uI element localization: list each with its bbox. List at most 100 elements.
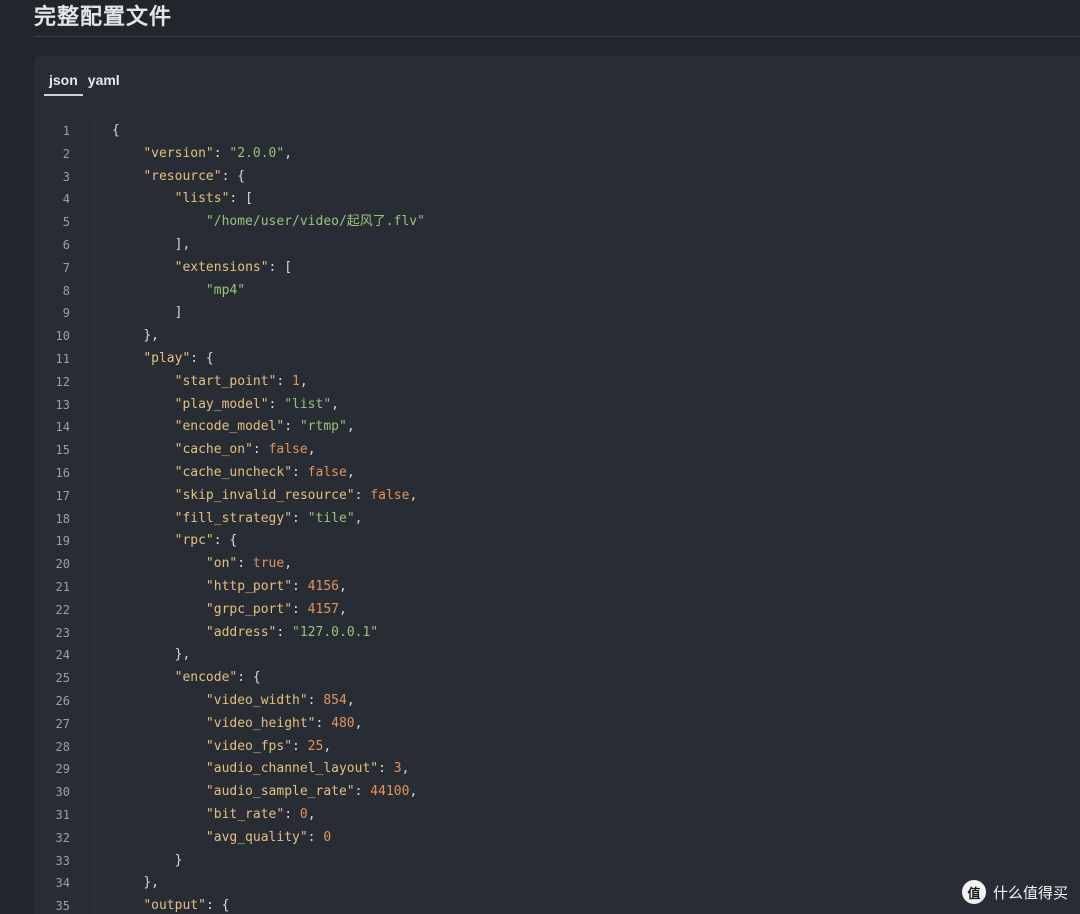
line-content: }, (112, 644, 191, 667)
json-punctuation: : (292, 510, 308, 526)
json-key: "audio_channel_layout" (205, 761, 379, 777)
line-content: "lists": [ (112, 188, 253, 211)
line-number: 1 (62, 124, 70, 138)
json-key: "http_port" (205, 578, 293, 594)
json-punctuation: : (284, 419, 300, 435)
json-punctuation: : (292, 738, 308, 754)
json-punctuation: , (338, 601, 347, 617)
line-content: "video_height": 480, (112, 713, 363, 736)
json-punctuation: , (331, 396, 339, 412)
code-line: 7 "extensions": [ (34, 257, 1080, 280)
json-punctuation: : { (237, 670, 261, 686)
line-number: 15 (55, 443, 70, 458)
json-number: 25 (307, 738, 324, 754)
code-line: 10 }, (34, 325, 1080, 348)
line-number: 19 (55, 534, 70, 549)
line-number: 14 (55, 420, 70, 435)
json-boolean: false (268, 442, 308, 458)
json-key: "version" (143, 145, 214, 161)
json-number: 4156 (307, 578, 339, 594)
code-line: 6 ], (34, 234, 1080, 257)
line-number: 32 (55, 830, 70, 845)
code-editor[interactable]: 1{2 "version": "2.0.0", 3 "resource": {4 … (34, 120, 1080, 914)
json-key: "start_point" (174, 373, 277, 389)
code-line: 9 ] (34, 302, 1080, 325)
json-punctuation: : { (213, 533, 238, 549)
json-key: "play" (143, 350, 191, 366)
json-punctuation: : (307, 692, 324, 708)
json-punctuation: } (174, 852, 183, 868)
code-line: 15 "cache_on": false, (34, 439, 1080, 462)
smzdm-logo-icon: 值 (961, 880, 986, 904)
line-content: "version": "2.0.0", (112, 143, 292, 166)
line-content: "start_point": 1, (112, 371, 308, 394)
json-number: 480 (331, 715, 355, 731)
code-line: 14 "encode_model": "rtmp", (34, 416, 1080, 439)
line-content: "encode_model": "rtmp", (112, 416, 355, 439)
json-punctuation: , (307, 806, 316, 822)
line-content: "extensions": [ (112, 257, 292, 280)
json-punctuation: : (284, 806, 300, 822)
json-key: "audio_sample_rate" (205, 784, 355, 800)
json-punctuation: , (354, 715, 363, 731)
code-line: 22 "grpc_port": 4157, (34, 599, 1080, 622)
json-punctuation: , (307, 442, 316, 458)
json-punctuation: : { (190, 350, 214, 366)
line-number: 21 (55, 579, 70, 594)
json-punctuation: , (346, 692, 355, 708)
line-content: "play": { (112, 348, 214, 371)
json-punctuation: , (346, 464, 355, 480)
json-punctuation: : (354, 784, 371, 800)
json-number: 4157 (307, 601, 339, 617)
line-content: } (112, 850, 183, 873)
line-number: 6 (62, 237, 70, 252)
json-key: "skip_invalid_resource" (174, 487, 355, 503)
code-lines: 1{2 "version": "2.0.0", 3 "resource": {4 … (34, 120, 1080, 914)
tab-json[interactable]: json (44, 70, 83, 96)
json-key: "extensions" (174, 259, 269, 275)
line-content: "output": { (112, 895, 229, 914)
code-line: 2 "version": "2.0.0", (34, 143, 1080, 166)
code-block-panel: json yaml 1{2 "version": "2.0.0", 3 "reso… (34, 56, 1080, 914)
json-punctuation: , (323, 738, 332, 754)
line-number: 29 (55, 762, 70, 777)
line-content: "on": true, (112, 553, 292, 576)
json-key: "cache_uncheck" (174, 464, 293, 480)
code-line: 20 "on": true, (34, 553, 1080, 576)
json-punctuation: : (276, 373, 293, 389)
json-punctuation: , (284, 556, 293, 572)
json-number: 0 (323, 829, 332, 845)
code-line: 27 "video_height": 480, (34, 713, 1080, 736)
line-content: "fill_strategy": "tile", (112, 508, 363, 531)
code-line: 11 "play": { (34, 348, 1080, 371)
line-content: ] (112, 302, 183, 325)
code-line: 4 "lists": [ (34, 188, 1080, 211)
line-number: 4 (62, 192, 70, 207)
line-number: 13 (55, 397, 70, 412)
code-line: 16 "cache_uncheck": false, (34, 462, 1080, 485)
json-punctuation: ] (174, 305, 183, 321)
json-key: "lists" (174, 191, 230, 207)
line-content: "grpc_port": 4157, (112, 599, 347, 622)
code-line: 19 "rpc": { (34, 530, 1080, 553)
json-number: 44100 (370, 784, 410, 800)
line-content: "video_fps": 25, (112, 736, 331, 759)
json-number: 0 (299, 806, 308, 822)
json-punctuation: : (354, 487, 371, 503)
line-number: 20 (55, 557, 70, 572)
tab-yaml[interactable]: yaml (83, 70, 125, 94)
